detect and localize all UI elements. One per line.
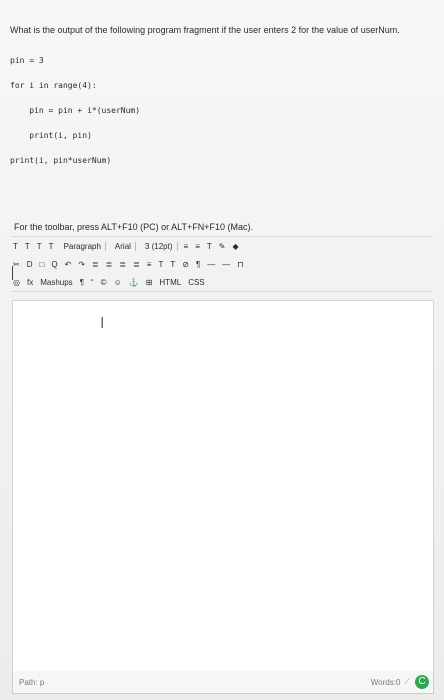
editor-status-bar: Path: p Words:0 ⟋ C bbox=[12, 671, 434, 694]
toolbar-row-2: ✂ D □ Q ↶ ↷ ≣ ≣ ≣ ≣ ≡ T T ⊘ ¶ — — ⊓ bbox=[12, 255, 432, 273]
text-color-button[interactable]: T bbox=[206, 242, 213, 251]
text-style-button[interactable]: T bbox=[36, 242, 43, 251]
formula-icon[interactable]: fx bbox=[26, 278, 34, 287]
anchor-icon[interactable]: ⚓ bbox=[128, 278, 140, 287]
resize-grip-icon[interactable]: ⟋ bbox=[404, 677, 410, 687]
clear-format-button[interactable]: ◆ bbox=[231, 242, 239, 251]
path-label: Path: p bbox=[19, 677, 45, 687]
redo-icon[interactable]: ↷ bbox=[77, 260, 86, 269]
frame-icon[interactable]: ⊓ bbox=[236, 260, 244, 269]
text-style-button[interactable]: T bbox=[48, 242, 55, 251]
toolbar-hint: For the toolbar, press ALT+F10 (PC) or A… bbox=[14, 222, 254, 232]
copyright-icon[interactable]: © bbox=[100, 278, 108, 287]
font-size-select[interactable]: 3 (12pt) bbox=[141, 241, 178, 251]
insert-icon[interactable]: ◎ bbox=[12, 278, 21, 287]
paragraph-icon[interactable]: ¶ bbox=[79, 278, 85, 287]
subscript-icon[interactable]: T bbox=[169, 260, 176, 269]
emoji-icon[interactable]: ☺ bbox=[113, 278, 123, 287]
paste-icon[interactable]: □ bbox=[38, 260, 45, 269]
text-style-button[interactable]: T bbox=[24, 242, 31, 251]
link-icon[interactable]: ⊘ bbox=[181, 260, 190, 269]
code-line: pin = 3 bbox=[10, 56, 44, 65]
word-count: Words:0 bbox=[370, 677, 401, 687]
table-icon[interactable]: ⊞ bbox=[145, 278, 154, 287]
highlight-button[interactable]: ✎ bbox=[218, 242, 227, 251]
check-icon: C bbox=[415, 675, 429, 689]
css-button[interactable]: CSS bbox=[187, 278, 205, 287]
ibeam-icon: I bbox=[100, 315, 105, 332]
font-select[interactable]: Arial bbox=[111, 241, 136, 251]
text-cursor bbox=[12, 266, 13, 280]
copy-icon[interactable]: D bbox=[26, 260, 34, 269]
align-icon[interactable]: ≣ bbox=[91, 260, 100, 269]
question-text: What is the output of the following prog… bbox=[10, 25, 400, 35]
superscript-icon[interactable]: T bbox=[157, 260, 164, 269]
code-line: for i in range(4): bbox=[10, 81, 97, 90]
html-button[interactable]: HTML bbox=[158, 278, 182, 287]
code-line: print(i, pin) bbox=[10, 131, 92, 140]
list-button[interactable]: ≡ bbox=[183, 242, 190, 251]
align-icon[interactable]: ≣ bbox=[132, 260, 141, 269]
undo-icon[interactable]: ↶ bbox=[64, 260, 73, 269]
divider-icon[interactable]: — bbox=[221, 260, 231, 269]
editor-toolbar: T T T T Paragraph Arial 3 (12pt) ≡ ≡ T ✎… bbox=[12, 236, 432, 292]
page-background: What is the output of the following prog… bbox=[0, 0, 444, 700]
code-block: pin = 3 for i in range(4): pin = pin + i… bbox=[10, 48, 310, 173]
align-icon[interactable]: ≣ bbox=[105, 260, 114, 269]
toolbar-row-3: ◎ fx Mashups ¶ “ © ☺ ⚓ ⊞ HTML CSS bbox=[12, 273, 432, 291]
toolbar-row-1: T T T T Paragraph Arial 3 (12pt) ≡ ≡ T ✎… bbox=[12, 237, 432, 255]
align-icon[interactable]: ≣ bbox=[118, 260, 127, 269]
cut-icon[interactable]: ✂ bbox=[12, 260, 21, 269]
search-icon[interactable]: Q bbox=[50, 260, 58, 269]
mashups-button[interactable]: Mashups bbox=[39, 278, 73, 287]
code-line: pin = pin + i*(userNum) bbox=[10, 106, 141, 115]
paragraph-select[interactable]: Paragraph bbox=[60, 241, 106, 251]
list-button[interactable]: ≡ bbox=[194, 242, 201, 251]
code-line: print(i, pin*userNum) bbox=[10, 156, 112, 165]
indent-icon[interactable]: ≡ bbox=[146, 260, 153, 269]
divider-icon[interactable]: — bbox=[206, 260, 216, 269]
text-editor-area[interactable] bbox=[12, 300, 434, 672]
text-style-button[interactable]: T bbox=[12, 242, 19, 251]
quote-icon[interactable]: “ bbox=[90, 278, 95, 287]
paragraph-icon[interactable]: ¶ bbox=[195, 260, 201, 269]
